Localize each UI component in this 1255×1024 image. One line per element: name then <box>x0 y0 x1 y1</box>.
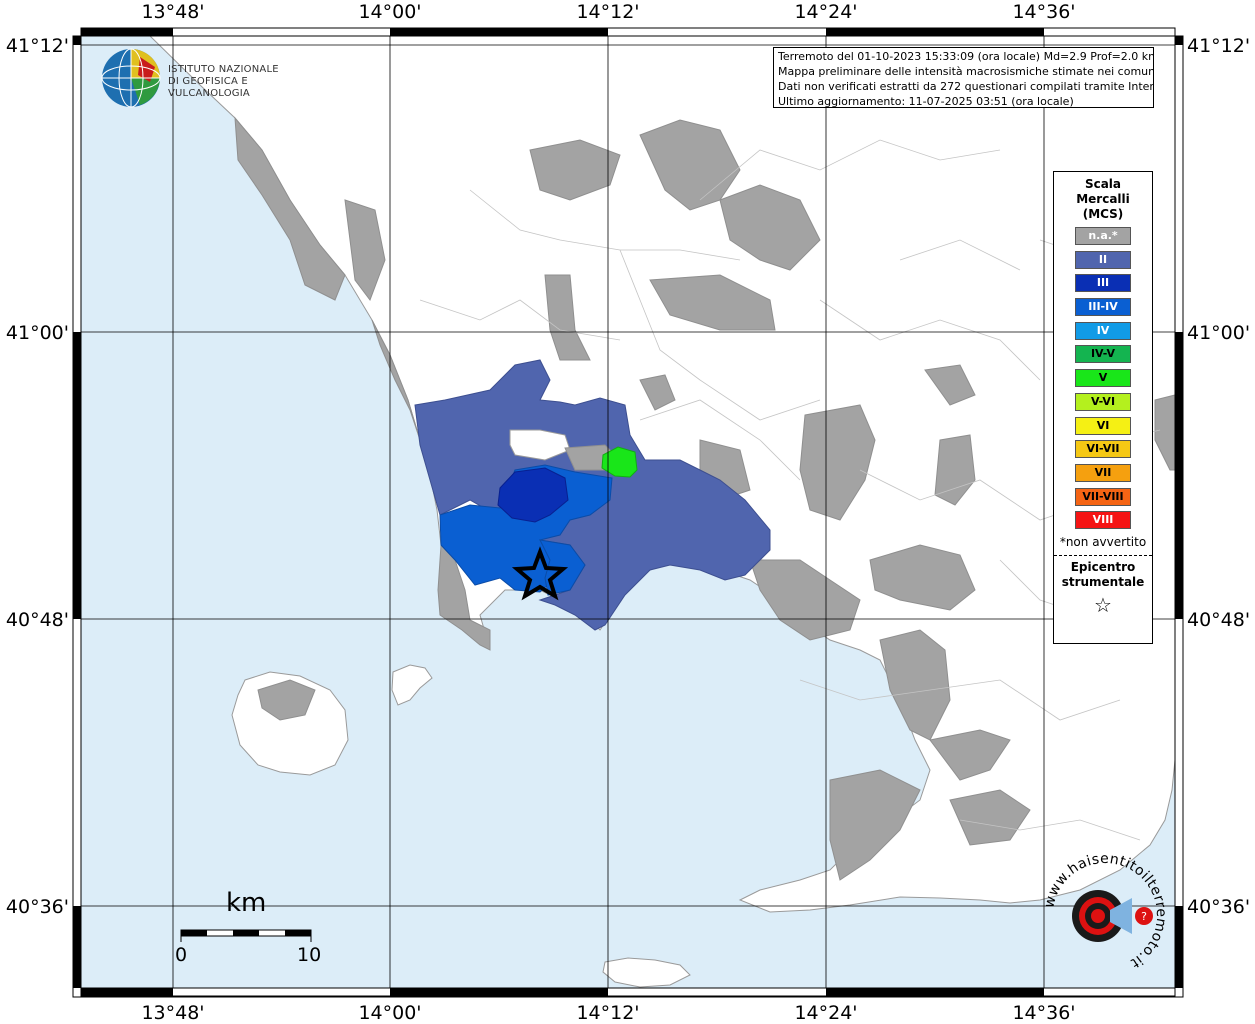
legend-epicenter-label: Epicentro strumentale <box>1054 560 1152 590</box>
legend-note: *non avvertito <box>1059 534 1147 549</box>
legend-item: IV-V <box>1075 345 1131 364</box>
legend-item: VIII <box>1075 511 1131 530</box>
lon-label: 14°24' <box>794 1 857 23</box>
haisentito-logo-icon: ? www.haisentitoilterremoto.it <box>1041 851 1168 971</box>
lon-label: 13°48' <box>141 1002 204 1024</box>
ingv-logo: ISTITUTO NAZIONALE DI GEOFISICA E VULCAN… <box>100 47 315 109</box>
haisentito-badge: ? www.haisentitoilterremoto.it <box>1040 850 1170 980</box>
legend-items: n.a.* II III III-IV IV IV-V V V-VI VI VI-VII VII VI… <box>1054 227 1152 530</box>
legend-item: V-VI <box>1075 392 1131 411</box>
logo-line-1: ISTITUTO NAZIONALE <box>168 64 279 75</box>
legend-item: III <box>1075 274 1131 293</box>
legend-item: VI <box>1075 416 1131 435</box>
info-line-2: Mappa preliminare delle intensità macros… <box>778 65 1154 78</box>
lon-label: 14°12' <box>576 1 639 23</box>
legend-item: n.a.* <box>1075 227 1131 245</box>
legend-item: VII <box>1075 463 1131 482</box>
info-box: Terremoto del 01-10-2023 15:33:09 (ora l… <box>773 47 1154 108</box>
legend-item: III-IV <box>1075 298 1131 317</box>
legend-item: V <box>1075 369 1131 388</box>
svg-text:?: ? <box>1141 910 1147 923</box>
scale-unit: km <box>226 888 267 918</box>
legend-epi-2: strumentale <box>1061 574 1145 589</box>
lat-label: 41°12' <box>1187 35 1250 57</box>
lat-label: 41°12' <box>6 35 69 57</box>
lon-label: 14°12' <box>576 1002 639 1024</box>
lat-label: 40°36' <box>6 896 69 918</box>
legend-title: Scala Mercalli (MCS) <box>1054 177 1152 222</box>
lat-label: 41°00' <box>6 322 69 344</box>
scale-max: 10 <box>297 944 322 966</box>
info-line-3: Dati non verificati estratti da 272 ques… <box>778 80 1154 93</box>
legend-star-icon: ☆ <box>1094 592 1112 617</box>
scale-min: 0 <box>175 944 188 966</box>
info-line-1: Terremoto del 01-10-2023 15:33:09 (ora l… <box>778 50 1154 63</box>
logo-line-2: DI GEOFISICA E VULCANOLOGIA <box>168 76 250 99</box>
lon-label: 14°00' <box>358 1 421 23</box>
lon-label: 13°48' <box>141 1 204 23</box>
lat-label: 40°48' <box>1187 609 1250 631</box>
lon-label: 14°36' <box>1012 1002 1075 1024</box>
legend-title-1: Scala <box>1084 177 1122 191</box>
legend-item: VI-VII <box>1075 440 1131 459</box>
lon-label: 14°00' <box>358 1002 421 1024</box>
lon-labels-top: 13°48' 14°00' 14°12' 14°24' 14°36' <box>141 1 1075 23</box>
lat-label: 41°00' <box>1187 322 1250 344</box>
lat-label: 40°36' <box>1187 896 1250 918</box>
legend-title-2: Mercalli <box>1076 192 1130 206</box>
lat-labels-right: 41°12' 41°00' 40°48' 40°36' <box>1187 35 1250 918</box>
lon-label: 14°36' <box>1012 1 1075 23</box>
legend-separator <box>1054 554 1152 556</box>
legend-title-3: (MCS) <box>1082 207 1124 221</box>
lat-labels-left: 41°12' 41°00' 40°48' 40°36' <box>6 35 69 918</box>
lon-labels-bottom: 13°48' 14°00' 14°12' 14°24' 14°36' <box>141 1002 1075 1024</box>
logo-text: ISTITUTO NAZIONALE DI GEOFISICA E VULCAN… <box>168 64 315 100</box>
lon-label: 14°24' <box>794 1002 857 1024</box>
globe-icon <box>101 48 161 108</box>
info-line-4: Ultimo aggiornamento: 11-07-2025 03:51 (… <box>778 95 1074 108</box>
lat-label: 40°48' <box>6 609 69 631</box>
intensity-legend: Scala Mercalli (MCS) n.a.* II III III-IV IV I… <box>1053 171 1153 644</box>
legend-epi-1: Epicentro <box>1070 559 1136 574</box>
legend-item: II <box>1075 250 1131 269</box>
legend-item: VII-VIII <box>1075 487 1131 506</box>
legend-item: IV <box>1075 321 1131 340</box>
